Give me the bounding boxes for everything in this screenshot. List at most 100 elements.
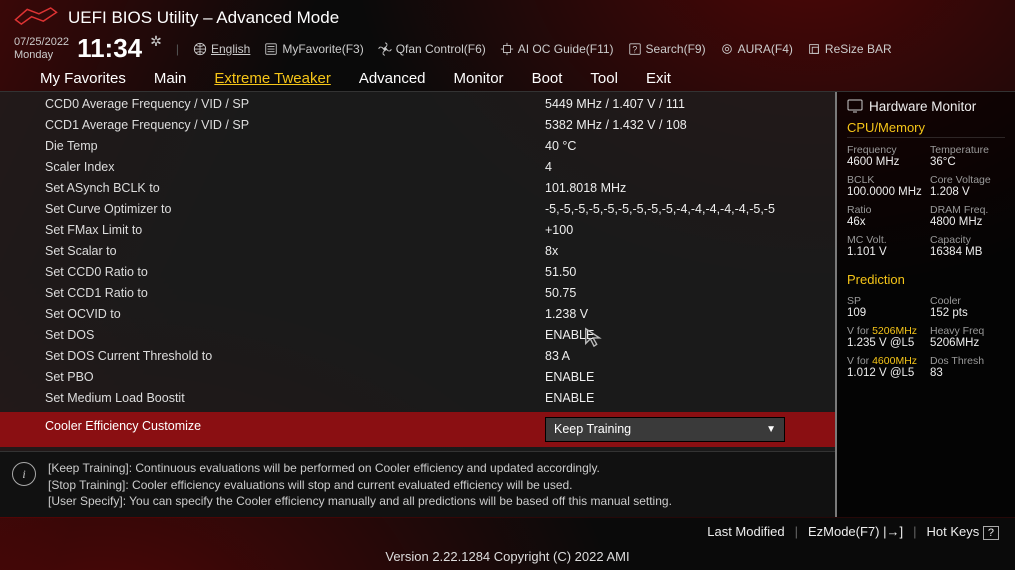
ezmode-button[interactable]: EzMode(F7) |→] (808, 524, 903, 539)
setting-row[interactable]: Set CCD0 Ratio to51.50 (0, 262, 835, 283)
setting-value: 101.8018 MHz (545, 179, 626, 198)
setting-key: Set OCVID to (45, 305, 545, 324)
aura-icon (720, 42, 734, 56)
setting-key: Set Medium Load Boostit (45, 389, 545, 408)
qfan-button[interactable]: Qfan Control(F6) (378, 42, 486, 56)
app-title: UEFI BIOS Utility – Advanced Mode (68, 8, 339, 28)
info-icon: i (12, 462, 36, 486)
setting-key: Set DOS (45, 326, 545, 345)
setting-key: CCD1 Average Frequency / VID / SP (45, 116, 545, 135)
hw-row: Frequency4600 MHzTemperature36°C (847, 144, 1005, 168)
globe-icon (193, 42, 207, 56)
tab-extremetweaker[interactable]: Extreme Tweaker (214, 70, 330, 87)
setting-row[interactable]: Set OCVID to1.238 V (0, 304, 835, 325)
search-button[interactable]: ? Search(F9) (628, 42, 706, 56)
clock-settings-icon[interactable]: ✲ (150, 33, 162, 50)
myfavorite-button[interactable]: MyFavorite(F3) (264, 42, 363, 56)
tab-myfavorites[interactable]: My Favorites (40, 70, 126, 87)
setting-value: ENABLE (545, 326, 594, 345)
version-text: Version 2.22.1284 Copyright (C) 2022 AMI (0, 545, 1015, 570)
setting-key: Scaler Index (45, 158, 545, 177)
setting-value: ENABLE (545, 368, 594, 387)
language-selector[interactable]: English (193, 42, 250, 56)
resizebar-button[interactable]: ReSize BAR (807, 42, 892, 56)
setting-key: Set PBO (45, 368, 545, 387)
info-line: [Stop Training]: Cooler efficiency evalu… (48, 477, 672, 493)
setting-key: Set FMax Limit to (45, 221, 545, 240)
cooler-efficiency-dropdown[interactable]: Keep Training ▼ (545, 417, 785, 442)
tab-boot[interactable]: Boot (532, 70, 563, 87)
setting-row[interactable]: Set DOS Current Threshold to83 A (0, 346, 835, 367)
setting-value: 5382 MHz / 1.432 V / 108 (545, 116, 687, 135)
setting-value: 40 °C (545, 137, 576, 156)
setting-value: 5449 MHz / 1.407 V / 111 (545, 95, 685, 114)
ezmode-arrow-icon: |→] (880, 524, 904, 539)
setting-row[interactable]: Set Medium Load BoostitENABLE (0, 388, 835, 409)
setting-row[interactable]: Set Scalar to8x (0, 241, 835, 262)
search-icon: ? (628, 42, 642, 56)
setting-key: Set CCD1 Ratio to (45, 284, 545, 303)
setting-key: Die Temp (45, 137, 545, 156)
chip-icon (500, 42, 514, 56)
hardware-monitor-panel: Hardware Monitor CPU/Memory Frequency460… (835, 92, 1015, 517)
setting-key: Set DOS Current Threshold to (45, 347, 545, 366)
setting-value: 1.238 V (545, 305, 588, 324)
setting-key: Set ASynch BCLK to (45, 179, 545, 198)
svg-text:?: ? (632, 44, 637, 54)
setting-value: ENABLE (545, 389, 594, 408)
info-panel: i [Keep Training]: Continuous evaluation… (0, 451, 835, 517)
list-icon (264, 42, 278, 56)
tab-exit[interactable]: Exit (646, 70, 671, 87)
setting-value: 83 A (545, 347, 570, 366)
setting-row[interactable]: Set Curve Optimizer to-5,-5,-5,-5,-5,-5,… (0, 199, 835, 220)
info-line: [User Specify]: You can specify the Cool… (48, 493, 672, 509)
tab-advanced[interactable]: Advanced (359, 70, 426, 87)
setting-value: -5,-5,-5,-5,-5,-5,-5,-5,-5,-4,-4,-4,-4,-… (545, 200, 775, 219)
settings-list[interactable]: CCD0 Average Frequency / VID / SP5449 MH… (0, 92, 835, 451)
setting-row[interactable]: Set ASynch BCLK to101.8018 MHz (0, 178, 835, 199)
setting-row[interactable]: Scaler Index4 (0, 157, 835, 178)
language-label: English (211, 42, 250, 56)
info-line: [Keep Training]: Continuous evaluations … (48, 460, 672, 476)
setting-value: +100 (545, 221, 573, 240)
tab-bar: My Favorites Main Extreme Tweaker Advanc… (0, 64, 1015, 92)
hw-row: Ratio46xDRAM Freq.4800 MHz (847, 204, 1005, 228)
hw-pred-section: Prediction (847, 272, 1005, 289)
setting-value: 50.75 (545, 284, 576, 303)
setting-value: 51.50 (545, 263, 576, 282)
day: Monday (14, 49, 69, 61)
hw-row: BCLK100.0000 MHzCore Voltage1.208 V (847, 174, 1005, 198)
date: 07/25/2022 (14, 36, 69, 48)
setting-row[interactable]: Set DOSENABLE (0, 325, 835, 346)
aioc-button[interactable]: AI OC Guide(F11) (500, 42, 614, 56)
setting-key: Set Scalar to (45, 242, 545, 261)
setting-key: Cooler Efficiency Customize (45, 417, 545, 442)
tab-monitor[interactable]: Monitor (454, 70, 504, 87)
last-modified-button[interactable]: Last Modified (707, 524, 784, 539)
hw-row: SP109Cooler152 pts (847, 295, 1005, 319)
setting-value: 4 (545, 158, 552, 177)
dropdown-value: Keep Training (554, 420, 631, 439)
setting-key: CCD0 Average Frequency / VID / SP (45, 95, 545, 114)
setting-row[interactable]: CCD0 Average Frequency / VID / SP5449 MH… (0, 94, 835, 115)
hw-cpu-section: CPU/Memory (847, 120, 1005, 138)
setting-value: 8x (545, 242, 558, 261)
chevron-down-icon: ▼ (766, 420, 776, 439)
tab-tool[interactable]: Tool (590, 70, 618, 87)
setting-row[interactable]: Set PBOENABLE (0, 367, 835, 388)
hotkeys-button[interactable]: Hot Keys ? (927, 524, 1000, 539)
tab-main[interactable]: Main (154, 70, 187, 87)
setting-key: Set CCD0 Ratio to (45, 263, 545, 282)
hw-row: MC Volt.1.101 VCapacity16384 MB (847, 234, 1005, 258)
monitor-icon (847, 98, 863, 114)
setting-row[interactable]: Set FMax Limit to+100 (0, 220, 835, 241)
hw-title: Hardware Monitor (869, 99, 976, 114)
setting-row-selected[interactable]: Cooler Efficiency CustomizeKeep Training… (0, 412, 835, 447)
setting-row[interactable]: Die Temp40 °C (0, 136, 835, 157)
setting-row[interactable]: Set CCD1 Ratio to50.75 (0, 283, 835, 304)
fan-icon (378, 42, 392, 56)
resize-icon (807, 42, 821, 56)
aura-button[interactable]: AURA(F4) (720, 42, 793, 56)
setting-row[interactable]: CCD1 Average Frequency / VID / SP5382 MH… (0, 115, 835, 136)
rog-logo-icon (14, 4, 58, 31)
